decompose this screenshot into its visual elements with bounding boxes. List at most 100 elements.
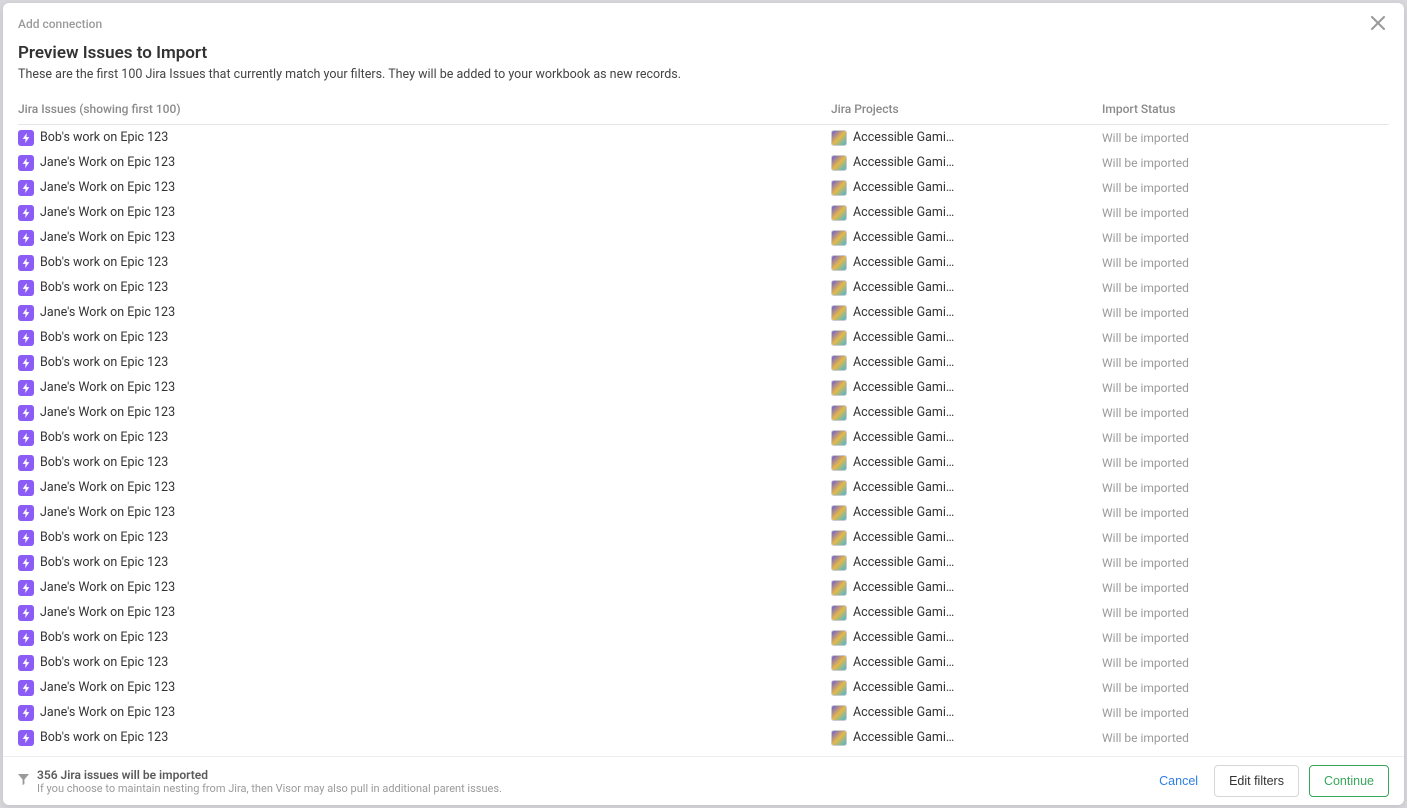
cancel-button[interactable]: Cancel	[1153, 766, 1204, 796]
cell-project: Accessible Gami…	[831, 280, 1102, 296]
import-status: Will be imported	[1102, 381, 1189, 395]
epic-icon	[18, 305, 34, 321]
footer-note: If you choose to maintain nesting from J…	[37, 782, 502, 795]
epic-icon	[18, 430, 34, 446]
table-header: Jira Issues (showing first 100) Jira Pro…	[18, 94, 1389, 125]
cell-status: Will be imported	[1102, 131, 1389, 145]
table-row[interactable]: Jane's Work on Epic 123Accessible Gami…W…	[18, 500, 1389, 525]
table-row[interactable]: Bob's work on Epic 123Accessible Gami…Wi…	[18, 350, 1389, 375]
issue-title: Jane's Work on Epic 123	[40, 480, 175, 495]
filter-icon	[18, 770, 29, 789]
close-button[interactable]	[1367, 12, 1389, 37]
cell-status: Will be imported	[1102, 231, 1389, 245]
cell-status: Will be imported	[1102, 331, 1389, 345]
project-name: Accessible Gami…	[853, 405, 954, 420]
import-status: Will be imported	[1102, 281, 1189, 295]
table-row[interactable]: Bob's work on Epic 123Accessible Gami…Wi…	[18, 650, 1389, 675]
epic-icon	[18, 480, 34, 496]
cell-issue: Bob's work on Epic 123	[18, 730, 831, 746]
issue-title: Bob's work on Epic 123	[40, 280, 168, 295]
table-row[interactable]: Jane's Work on Epic 123Accessible Gami…W…	[18, 575, 1389, 600]
table-row[interactable]: Jane's Work on Epic 123Accessible Gami…W…	[18, 375, 1389, 400]
table-row[interactable]: Bob's work on Epic 123 Accessible Gami… Wi…	[18, 125, 1389, 150]
project-icon	[831, 305, 847, 321]
cell-status: Will be imported	[1102, 681, 1389, 695]
issue-title: Jane's Work on Epic 123	[40, 605, 175, 620]
epic-icon	[18, 680, 34, 696]
project-name: Accessible Gami…	[853, 330, 954, 345]
project-icon	[831, 280, 847, 296]
table-row[interactable]: Jane's Work on Epic 123Accessible Gami…W…	[18, 300, 1389, 325]
table-row[interactable]: Bob's work on Epic 123Accessible Gami…Wi…	[18, 550, 1389, 575]
cell-status: Will be imported	[1102, 606, 1389, 620]
cell-issue: Jane's Work on Epic 123	[18, 705, 831, 721]
table-row[interactable]: Bob's work on Epic 123Accessible Gami…Wi…	[18, 250, 1389, 275]
table-row[interactable]: Bob's work on Epic 123Accessible Gami…Wi…	[18, 725, 1389, 750]
issue-title: Jane's Work on Epic 123	[40, 505, 175, 520]
cell-project: Accessible Gami…	[831, 580, 1102, 596]
table-row[interactable]: Bob's work on Epic 123Accessible Gami…Wi…	[18, 425, 1389, 450]
modal-header: Add connection	[3, 3, 1404, 35]
edit-filters-button[interactable]: Edit filters	[1214, 765, 1299, 797]
table-row[interactable]: Jane's Work on Epic 123Accessible Gami…W…	[18, 700, 1389, 725]
project-name: Accessible Gami…	[853, 180, 954, 195]
cell-project: Accessible Gami…	[831, 230, 1102, 246]
preview-table: Jira Issues (showing first 100) Jira Pro…	[3, 94, 1404, 756]
import-status: Will be imported	[1102, 606, 1189, 620]
cell-project: Accessible Gami…	[831, 455, 1102, 471]
table-row[interactable]: Bob's work on Epic 123Accessible Gami…Wi…	[18, 325, 1389, 350]
cell-issue: Jane's Work on Epic 123	[18, 505, 831, 521]
project-icon	[831, 355, 847, 371]
modal-title: Preview Issues to Import	[18, 43, 1389, 63]
epic-icon	[18, 530, 34, 546]
cell-status: Will be imported	[1102, 256, 1389, 270]
project-icon	[831, 730, 847, 746]
epic-icon	[18, 630, 34, 646]
issue-title: Jane's Work on Epic 123	[40, 230, 175, 245]
import-status: Will be imported	[1102, 481, 1189, 495]
cell-status: Will be imported	[1102, 381, 1389, 395]
cell-issue: Jane's Work on Epic 123	[18, 580, 831, 596]
table-row[interactable]: Jane's Work on Epic 123Accessible Gami…W…	[18, 150, 1389, 175]
cell-project: Accessible Gami…	[831, 155, 1102, 171]
project-name: Accessible Gami…	[853, 130, 954, 145]
cell-issue: Bob's work on Epic 123	[18, 280, 831, 296]
issue-title: Jane's Work on Epic 123	[40, 155, 175, 170]
cell-project: Accessible Gami…	[831, 705, 1102, 721]
table-row[interactable]: Jane's Work on Epic 123Accessible Gami…W…	[18, 600, 1389, 625]
table-row[interactable]: Bob's work on Epic 123Accessible Gami…Wi…	[18, 625, 1389, 650]
project-icon	[831, 205, 847, 221]
footer-info: 356 Jira issues will be imported If you …	[18, 768, 502, 795]
project-icon	[831, 180, 847, 196]
modal-footer: 356 Jira issues will be imported If you …	[3, 756, 1404, 805]
project-icon	[831, 255, 847, 271]
project-icon	[831, 405, 847, 421]
table-row[interactable]: Jane's Work on Epic 123Accessible Gami…W…	[18, 200, 1389, 225]
table-row[interactable]: Jane's Work on Epic 123Accessible Gami…W…	[18, 400, 1389, 425]
table-row[interactable]: Jane's Work on Epic 123Accessible Gami…W…	[18, 175, 1389, 200]
table-row[interactable]: Bob's work on Epic 123Accessible Gami…Wi…	[18, 525, 1389, 550]
table-row[interactable]: Jane's Work on Epic 123 Accessible Gami…W…	[18, 225, 1389, 250]
table-row[interactable]: Bob's work on Epic 123Accessible Gami…Wi…	[18, 450, 1389, 475]
issue-title: Jane's Work on Epic 123	[40, 305, 175, 320]
cell-issue: Bob's work on Epic 123	[18, 130, 831, 146]
project-name: Accessible Gami…	[853, 205, 954, 220]
cell-project: Accessible Gami…	[831, 630, 1102, 646]
project-name: Accessible Gami…	[853, 630, 954, 645]
import-status: Will be imported	[1102, 231, 1189, 245]
project-icon	[831, 480, 847, 496]
table-row[interactable]: Jane's Work on Epic 123Accessible Gami…W…	[18, 675, 1389, 700]
continue-button[interactable]: Continue	[1309, 765, 1389, 797]
cell-project: Accessible Gami…	[831, 305, 1102, 321]
cell-status: Will be imported	[1102, 581, 1389, 595]
table-row[interactable]: Jane's Work on Epic 123Accessible Gami…W…	[18, 475, 1389, 500]
cell-project: Accessible Gami…	[831, 205, 1102, 221]
issue-title: Bob's work on Epic 123	[40, 555, 168, 570]
epic-icon	[18, 405, 34, 421]
table-body[interactable]: Bob's work on Epic 123Accessible Gami…Wi…	[18, 125, 1389, 756]
cell-issue: Jane's Work on Epic 123	[18, 180, 831, 196]
project-icon	[831, 330, 847, 346]
table-row[interactable]: Bob's work on Epic 123 Accessible Gami…Wi…	[18, 275, 1389, 300]
issue-title: Jane's Work on Epic 123	[40, 380, 175, 395]
project-icon	[831, 380, 847, 396]
